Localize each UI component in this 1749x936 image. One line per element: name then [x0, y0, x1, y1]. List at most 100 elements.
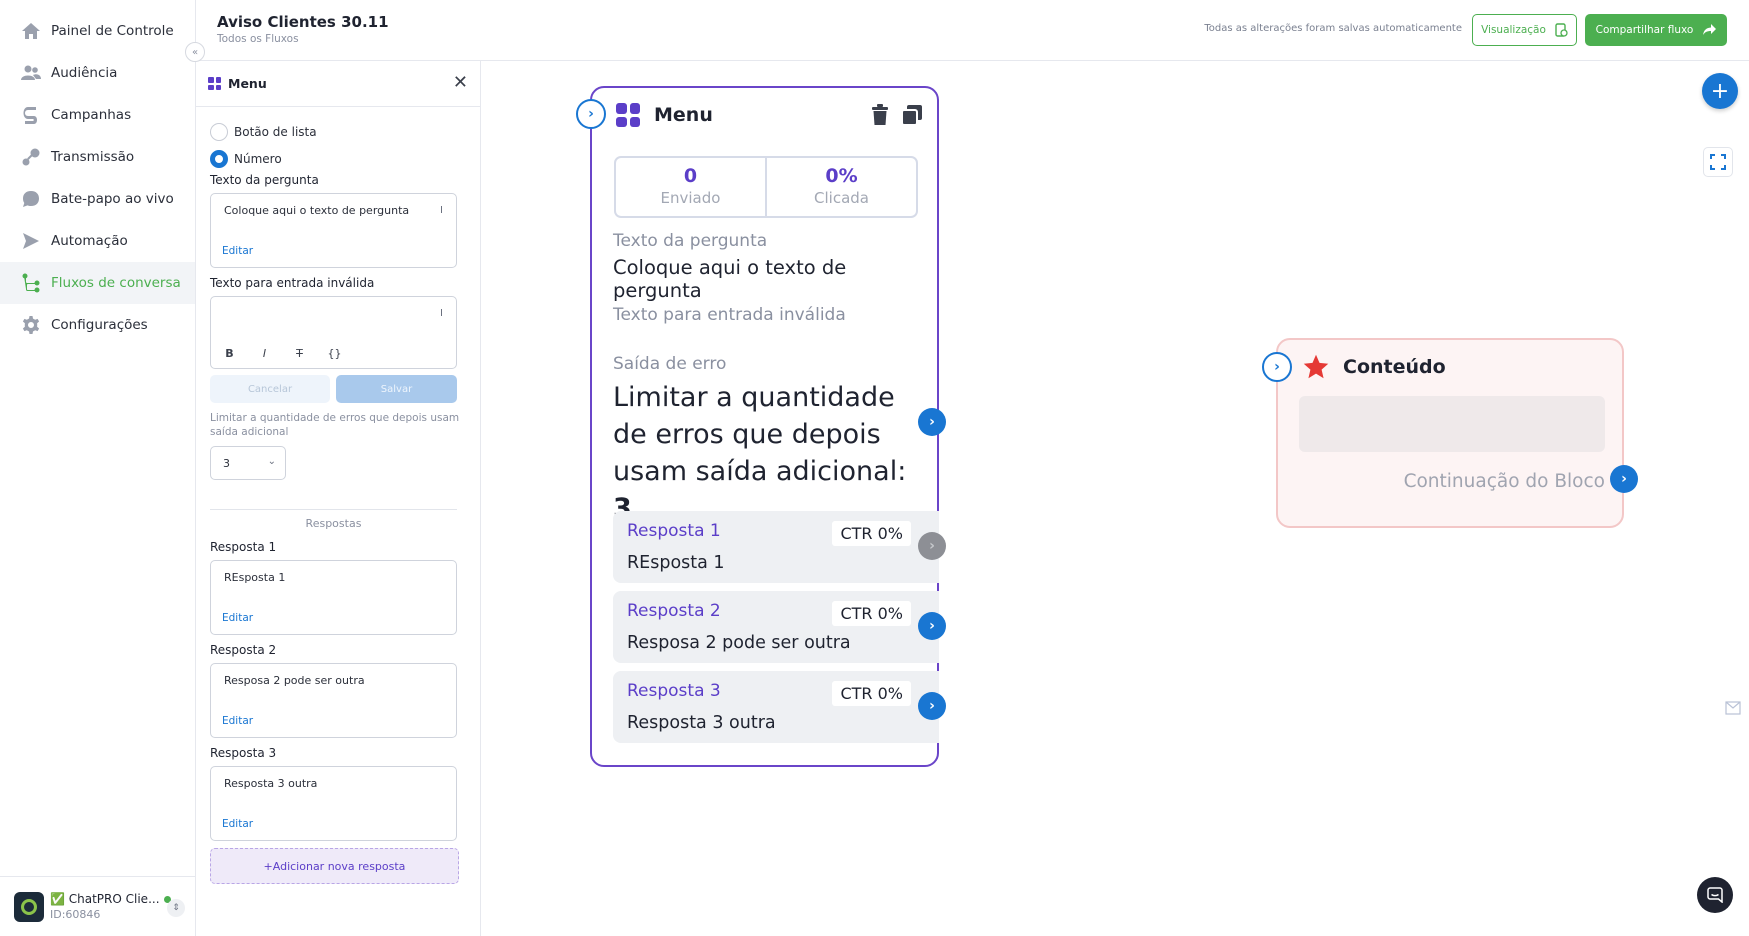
sidebar-item-label: Campanhas [51, 107, 132, 123]
response-3-output-port[interactable]: › [918, 692, 946, 720]
save-button[interactable]: Salvar [336, 375, 457, 403]
node-response-1[interactable]: Resposta 1 CTR 0% REsposta 1 [613, 511, 939, 583]
radio-label: Botão de lista [234, 125, 317, 139]
response-1-value: REsposta 1 [224, 571, 286, 584]
error-output-port[interactable]: › [918, 408, 946, 436]
error-limit-value: 3 [223, 456, 230, 470]
stat-sent: 0 Enviado [616, 158, 765, 216]
radio-list-button[interactable]: Botão de lista [210, 123, 317, 141]
sidebar-item-label: Transmissão [51, 149, 135, 165]
stat-clicked-value: 0% [825, 165, 858, 187]
fit-screen-button[interactable] [1703, 147, 1733, 177]
avatar [14, 891, 44, 922]
account-switch-icon[interactable]: ⇕ [167, 899, 185, 917]
node-title-text: Menu [654, 104, 713, 126]
edit-response-3-link[interactable]: Editar [222, 818, 253, 830]
drag-handle-icon [441, 309, 442, 316]
node-stats: 0 Enviado 0% Clicada [614, 156, 918, 218]
account-switcher[interactable]: ✅ ChatPRO Clie... ID:60846 ⇕ [0, 876, 195, 936]
node-question-value: Coloque aqui o texto de pergunta [613, 256, 847, 302]
response-2-value: Resposa 2 pode ser outra [224, 674, 365, 687]
format-toolbar: B I T {} [222, 347, 342, 360]
account-name: ✅ ChatPRO Clie... [50, 892, 160, 906]
code-icon[interactable]: {} [327, 347, 342, 360]
sidebar-item-bate-papo[interactable]: Bate-papo ao vivo [0, 178, 195, 220]
radio-number[interactable]: Número [210, 150, 282, 168]
strikethrough-icon[interactable]: T [292, 347, 307, 360]
response-1-label: Resposta 1 [210, 540, 277, 554]
chat-icon [20, 188, 42, 210]
cancel-button[interactable]: Cancelar [210, 375, 330, 403]
stat-clicked: 0% Clicada [765, 158, 916, 216]
response-ctr: CTR 0% [832, 681, 911, 706]
sidebar-item-configuracoes[interactable]: Configurações [0, 304, 195, 346]
sidebar-item-campanhas[interactable]: Campanhas [0, 94, 195, 136]
response-title: Resposta 1 [627, 521, 721, 541]
edit-response-2-link[interactable]: Editar [222, 715, 253, 727]
sidebar-item-painel[interactable]: Painel de Controle [0, 10, 195, 52]
preview-button[interactable]: Visualização [1472, 14, 1577, 46]
divider [210, 509, 457, 510]
edit-response-1-link[interactable]: Editar [222, 612, 253, 624]
content-placeholder[interactable] [1299, 396, 1605, 452]
share-label: Compartilhar fluxo [1595, 24, 1694, 36]
sidebar-item-fluxos[interactable]: Fluxos de conversa [0, 262, 195, 304]
trash-icon[interactable] [871, 104, 889, 126]
collapse-sidebar-button[interactable]: « [185, 42, 205, 62]
support-chat-button[interactable] [1697, 877, 1733, 913]
node-response-3[interactable]: Resposta 3 CTR 0% Resposta 3 outra [613, 671, 939, 743]
menu-grid-icon [208, 77, 221, 90]
response-2-field[interactable]: Resposa 2 pode ser outra Editar [210, 663, 457, 738]
radio-circle[interactable] [210, 123, 228, 141]
expand-icon [1710, 154, 1726, 170]
drag-handle-icon [441, 206, 442, 213]
node-title: Conteúdo [1302, 353, 1446, 381]
continuation-output-port[interactable]: › [1610, 465, 1638, 493]
gear-icon [20, 314, 42, 336]
response-1-output-port[interactable]: › [918, 532, 946, 560]
sidebar-item-transmissao[interactable]: Transmissão [0, 136, 195, 178]
content-node[interactable]: Conteúdo Continuação do Bloco [1276, 338, 1624, 528]
minimap-icon[interactable] [1725, 701, 1741, 715]
autosave-status: Todas as alterações foram salvas automat… [1204, 23, 1462, 34]
response-2-label: Resposta 2 [210, 643, 277, 657]
response-1-field[interactable]: REsposta 1 Editar [210, 560, 457, 635]
question-label: Texto da pergunta [210, 173, 319, 187]
menu-node-input-port[interactable]: › [576, 99, 606, 129]
menu-node[interactable]: Menu 0 Enviado 0% Clicada Texto da pergu… [590, 86, 939, 767]
breadcrumb[interactable]: Todos os Fluxos [217, 33, 299, 45]
chevron-down-icon: ⌄ [267, 456, 276, 467]
share-flow-button[interactable]: Compartilhar fluxo [1585, 14, 1727, 46]
error-limit-select[interactable]: 3 ⌄ [210, 446, 286, 480]
italic-icon[interactable]: I [257, 347, 272, 360]
radio-circle-selected[interactable] [210, 150, 228, 168]
content-node-input-port[interactable]: › [1262, 352, 1292, 382]
node-actions [871, 104, 923, 126]
add-response-button[interactable]: +Adicionar nova resposta [210, 848, 459, 884]
bold-icon[interactable]: B [222, 347, 237, 360]
question-value: Coloque aqui o texto de pergunta [224, 204, 410, 217]
error-limit-hint: Limitar a quantidade de erros que depois… [210, 412, 460, 438]
invalid-entry-field[interactable]: B I T {} [210, 296, 457, 369]
response-3-field[interactable]: Resposta 3 outra Editar [210, 766, 457, 841]
duplicate-icon[interactable] [901, 104, 923, 126]
chat-bubble-icon [1707, 887, 1723, 903]
sidebar-item-audiencia[interactable]: Audiência [0, 52, 195, 94]
close-icon[interactable]: ✕ [453, 74, 468, 92]
star-icon [1303, 354, 1329, 379]
responses-caption: Respostas [305, 517, 362, 530]
stat-sent-value: 0 [683, 165, 698, 187]
error-text: Limitar a quantidade de erros que depois… [613, 382, 907, 487]
header: Aviso Clientes 30.11 Todos os Fluxos Tod… [196, 0, 1749, 61]
sidebar-item-automacao[interactable]: Automação [0, 220, 195, 262]
invalid-entry-label: Texto para entrada inválida [210, 276, 375, 290]
add-block-button[interactable]: + [1702, 73, 1738, 109]
question-field[interactable]: Coloque aqui o texto de pergunta Editar [210, 193, 457, 268]
preview-label: Visualização [1481, 24, 1546, 36]
node-response-2[interactable]: Resposta 2 CTR 0% Resposa 2 pode ser out… [613, 591, 939, 663]
sidebar: Painel de Controle Audiência Campanhas T… [0, 0, 196, 936]
response-3-value: Resposta 3 outra [224, 777, 318, 790]
response-2-output-port[interactable]: › [918, 612, 946, 640]
node-title-text: Conteúdo [1343, 356, 1446, 378]
edit-question-link[interactable]: Editar [222, 245, 253, 257]
